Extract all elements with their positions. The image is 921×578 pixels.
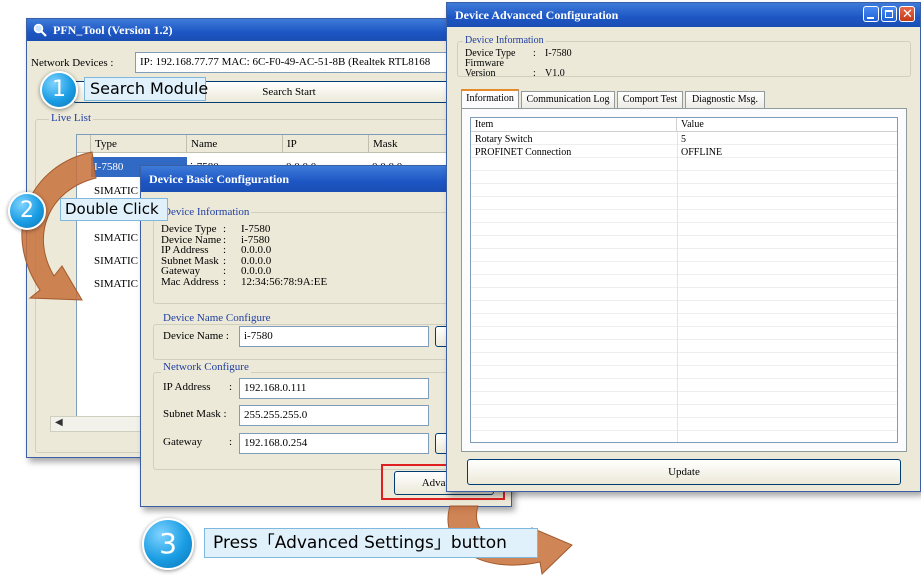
info-label: Mac Address: [161, 275, 219, 288]
info-label: IP Address: [161, 244, 209, 256]
maximize-icon[interactable]: [881, 6, 897, 22]
column-divider: [677, 132, 678, 442]
gateway-input[interactable]: 192.168.0.254: [239, 433, 429, 454]
list-item-value[interactable]: OFFLINE: [677, 146, 722, 159]
list-item-value[interactable]: 5: [677, 133, 686, 146]
ip-address-colon: :: [229, 381, 233, 393]
step-3-callout: Press「Advanced Settings」button: [204, 528, 538, 558]
advanced-info-list: Device Type: I-7580 Firmware Version: V1.0: [465, 49, 572, 79]
firmware-version-value: V1.0: [545, 68, 565, 79]
live-list-label: Live List: [49, 112, 94, 124]
network-devices-label: Network Devices :: [31, 57, 114, 69]
ip-address-input[interactable]: 192.168.0.111: [239, 378, 429, 399]
column-header-value[interactable]: Value: [677, 118, 897, 132]
step-2-callout: Double Click: [60, 198, 168, 221]
tab-communication-log[interactable]: Communication Log: [521, 91, 615, 108]
info-colon: :: [533, 68, 536, 79]
device-advanced-config-dialog: Device Advanced Configuration ✕ Device I…: [446, 2, 921, 492]
subnet-mask-label: Subnet Mask :: [163, 408, 227, 420]
device-name-label: Device Name :: [163, 330, 229, 342]
step-1-callout: Search Module: [84, 77, 208, 101]
network-configure-group-label: Network Configure: [161, 361, 251, 373]
info-label: Gateway: [161, 265, 201, 277]
advanced-info-group-label: Device Information: [463, 35, 546, 46]
info-colon: :: [223, 275, 227, 288]
info-row: Mac Address: 12:34:56:78:9A:EE: [161, 275, 328, 288]
step-3-badge: 3: [142, 518, 194, 570]
update-button[interactable]: Update: [467, 459, 901, 485]
tab-comport-test[interactable]: Comport Test: [617, 91, 683, 108]
subnet-mask-input[interactable]: 255.255.255.0: [239, 405, 429, 426]
information-tab-panel: Item Value Rotary Switch 5 PROFINET Conn…: [461, 108, 907, 452]
basic-info-group-label: Device Information: [161, 206, 252, 218]
step-1-badge: 1: [40, 71, 78, 109]
column-header-item[interactable]: Item: [471, 118, 677, 132]
info-row: Firmware Version: V1.0: [465, 59, 572, 79]
gateway-colon: :: [229, 436, 233, 448]
advanced-dialog-title: Device Advanced Configuration: [455, 8, 619, 22]
close-icon[interactable]: ✕: [899, 6, 915, 22]
tab-diagnostic-msg[interactable]: Diagnostic Msg.: [685, 91, 765, 108]
info-colon: :: [223, 223, 227, 235]
firmware-version-label: Firmware Version: [465, 58, 504, 79]
step-2-badge: 2: [8, 192, 46, 230]
column-header-ip[interactable]: IP: [283, 135, 369, 153]
scroll-left-arrow-icon[interactable]: ◀: [55, 417, 63, 428]
main-titlebar: PFN_Tool (Version 1.2): [27, 19, 509, 41]
minimize-icon[interactable]: [863, 6, 879, 22]
basic-info-list: Device Type: I-7580 Device Name: i-7580 IP…: [161, 223, 328, 288]
info-value: 12:34:56:78:9A:EE: [241, 275, 328, 288]
info-colon: :: [533, 48, 536, 59]
info-label: Device Type: [161, 223, 217, 235]
ip-address-label: IP Address: [163, 381, 211, 393]
info-colon: :: [223, 244, 227, 256]
magnifier-icon: [33, 23, 47, 37]
basic-dialog-title: Device Basic Configuration: [149, 172, 289, 186]
column-header-name[interactable]: Name: [187, 135, 283, 153]
device-name-input[interactable]: i-7580: [239, 326, 429, 347]
info-colon: :: [223, 265, 227, 277]
list-item-name[interactable]: Rotary Switch: [471, 133, 533, 146]
column-header-type[interactable]: Type: [91, 135, 187, 153]
device-name-group-label: Device Name Configure: [161, 312, 273, 324]
gateway-label: Gateway: [163, 436, 203, 448]
device-type-value: I-7580: [545, 48, 572, 59]
table-header-blank: [77, 135, 91, 153]
information-list: Item Value Rotary Switch 5 PROFINET Conn…: [470, 117, 898, 443]
advanced-titlebar: Device Advanced Configuration ✕: [447, 3, 920, 27]
tab-information[interactable]: Information: [461, 89, 519, 109]
main-title: PFN_Tool (Version 1.2): [53, 23, 173, 37]
list-item-name[interactable]: PROFINET Connection: [471, 146, 571, 159]
